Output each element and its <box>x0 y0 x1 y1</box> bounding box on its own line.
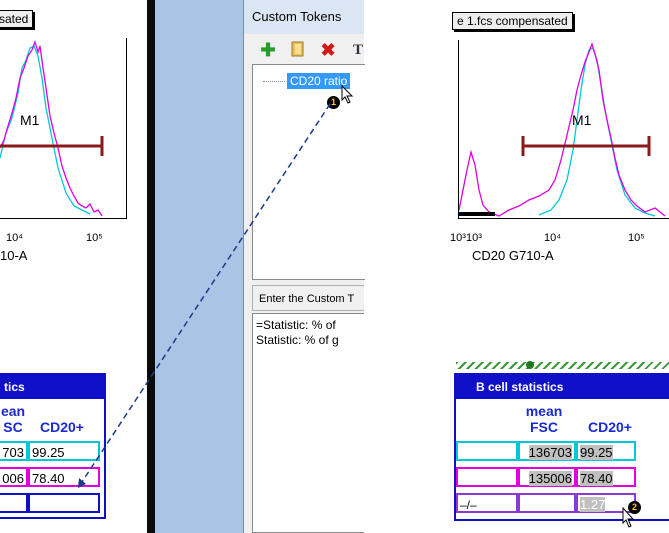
panel-separator <box>147 0 155 533</box>
right-col-mean-fsc: mean FSC <box>525 403 563 435</box>
right-tick-1: 10³ <box>450 232 466 244</box>
left-cell-r3-fsc[interactable] <box>0 493 28 513</box>
left-tick-2: 10⁵ <box>86 232 103 244</box>
left-col-mean-fsc: ean SC <box>0 403 26 435</box>
left-histogram-cyan-line <box>0 45 91 215</box>
right-col-cd20: CD20+ <box>588 419 632 435</box>
right-axis-label: CD20 G710-A <box>472 248 554 263</box>
right-tick-3: 10⁴ <box>544 232 561 244</box>
left-cell-r1-fsc: 703 <box>0 441 28 461</box>
right-histogram-magenta-line <box>458 41 666 217</box>
rotate-handle[interactable] <box>526 361 534 369</box>
add-icon[interactable]: ✚ <box>258 40 278 60</box>
left-gate-label: M1 <box>20 112 40 128</box>
custom-tokens-dialog: Custom Tokens ✚ ✖ T CD20 ratio 1 Enter t… <box>243 0 365 533</box>
left-axis-label: 10-A <box>0 248 28 263</box>
tree-connector <box>263 81 285 82</box>
step-badge-1: 1 <box>327 96 340 109</box>
right-value-r2-fsc: 135006 <box>528 471 572 486</box>
token-tree[interactable]: CD20 ratio 1 <box>252 64 365 280</box>
right-cell-r2-name <box>456 467 518 487</box>
right-histogram-frame <box>458 40 669 219</box>
right-cell-r1-cd20: 99.25 <box>576 441 636 461</box>
right-value-r2-cd20: 78.40 <box>580 471 613 486</box>
left-stats-table: tics ean SC CD20+ 703 99.25 006 78.40 <box>0 373 106 519</box>
left-cell-r2-fsc: 006 <box>0 467 28 487</box>
token-expression-field[interactable]: =Statistic: % of Statistic: % of g <box>252 313 364 533</box>
right-tick-4: 10⁵ <box>628 232 645 244</box>
left-cell-r1-cd20: 99.25 <box>28 441 100 461</box>
right-stats-title: B cell statistics <box>456 375 669 399</box>
right-stats-table: B cell statistics mean FSC CD20+ 136703 … <box>454 373 669 521</box>
custom-token-prompt: Enter the Custom T <box>252 285 364 311</box>
right-value-r1-fsc: 136703 <box>528 445 572 460</box>
left-histogram-frame <box>0 38 127 219</box>
left-histogram <box>0 39 104 217</box>
right-value-r1-cd20: 99.25 <box>580 445 613 460</box>
right-cell-r1-name <box>456 441 518 461</box>
right-histogram-cyan-line <box>538 47 656 217</box>
text-icon[interactable]: T <box>348 40 368 60</box>
selection-handle-bar[interactable] <box>456 362 669 369</box>
left-tick-1: 10⁴ <box>6 232 23 244</box>
right-cell-r1-fsc: 136703 <box>518 441 576 461</box>
right-cell-r2-fsc: 135006 <box>518 467 576 487</box>
right-value-r3-cd20: 1.27 <box>580 497 606 512</box>
left-histogram-magenta-line <box>0 39 103 217</box>
right-cell-r2-cd20: 78.40 <box>576 467 636 487</box>
dialog-title: Custom Tokens <box>244 0 364 34</box>
left-col-cd20: CD20+ <box>40 419 84 435</box>
right-axis-mark <box>459 212 495 216</box>
right-cell-r3-name: –/– <box>456 493 518 513</box>
right-histogram <box>458 41 666 217</box>
left-plot-title-label: sated <box>0 10 34 28</box>
open-icon[interactable] <box>288 40 308 60</box>
right-plot-title-label: e 1.fcs compensated <box>452 12 573 30</box>
right-gate-label: M1 <box>572 112 592 128</box>
right-tick-2: 10³ <box>466 232 482 244</box>
left-cell-r2-cd20: 78.40 <box>28 467 100 487</box>
left-cell-r3-cd20[interactable] <box>28 493 100 513</box>
left-stats-title: tics <box>0 375 104 399</box>
delete-icon[interactable]: ✖ <box>318 40 338 60</box>
cursor-icon-2 <box>622 507 635 528</box>
cursor-icon <box>341 85 354 104</box>
right-cell-r3-fsc <box>518 493 576 513</box>
